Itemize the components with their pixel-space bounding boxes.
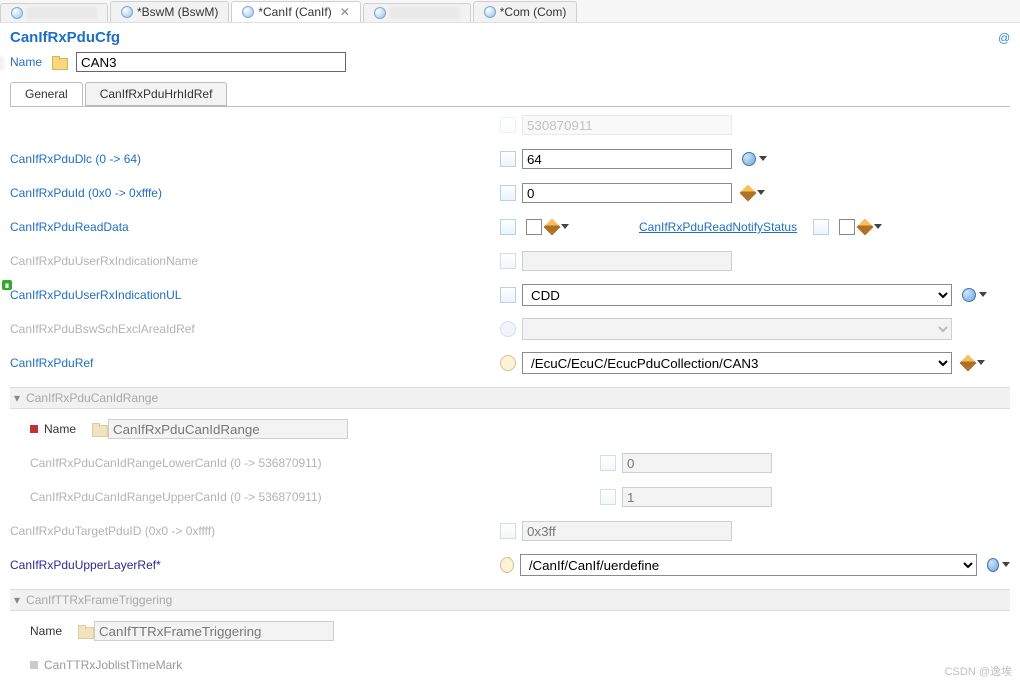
subtab-canifrxpduhrhidref[interactable]: CanIfRxPduHrhIdRef [85, 82, 228, 106]
redact-overlay [0, 56, 4, 70]
override-marker-icon: ∎ [2, 280, 12, 290]
section-title: CanIfRxPduCanIdRange [26, 391, 158, 405]
select-userrxindicationul[interactable]: CDD [522, 284, 952, 306]
field-type-icon [500, 253, 516, 269]
input-ttrx-name [94, 621, 334, 641]
folder-icon [52, 56, 66, 68]
collapse-icon[interactable]: ▾ [14, 391, 20, 405]
label-userrxindicationul[interactable]: CanIfRxPduUserRxIndicationUL [10, 288, 181, 302]
form-panel: CanIfRxPduDlc (0 -> 64) CanIfRxPduId (0x… [0, 107, 1020, 693]
dropdown-arrow-icon[interactable] [1002, 562, 1010, 567]
label-canidrange-lower: CanIfRxPduCanIdRangeLowerCanId (0 -> 536… [30, 456, 322, 470]
ttrx-name-label: Name [30, 624, 76, 638]
field-type-icon [500, 287, 516, 303]
subtab-general[interactable]: General [10, 82, 83, 106]
scope-icon[interactable] [987, 558, 999, 572]
label-canifrxpdureadnotifystatus[interactable]: CanIfRxPduReadNotifyStatus [639, 220, 797, 234]
input-canifrxpdudlc[interactable] [522, 149, 732, 169]
dropdown-arrow-icon[interactable] [977, 360, 985, 365]
label-canidrange-upper: CanIfRxPduCanIdRangeUpperCanId (0 -> 536… [30, 490, 322, 504]
dropdown-arrow-icon[interactable] [757, 190, 765, 195]
field-type-icon [500, 219, 516, 235]
field-type-icon [500, 151, 516, 167]
checkbox-canifrxpdureadnotifystatus[interactable] [839, 219, 855, 235]
edit-icon[interactable] [544, 219, 561, 236]
at-symbol: @ [998, 31, 1010, 45]
select-canifrxpduref[interactable]: /EcuC/EcuC/EcucPduCollection/CAN3 [522, 352, 952, 374]
name-label: Name [10, 55, 42, 69]
label-canifrxpdureaddata[interactable]: CanIfRxPduReadData [10, 220, 129, 234]
module-icon [374, 7, 386, 19]
scope-icon[interactable] [742, 152, 756, 166]
dropdown-arrow-icon[interactable] [979, 292, 987, 297]
tab-generic-1[interactable] [0, 3, 108, 22]
field-type-icon [500, 185, 516, 201]
field-type-icon [600, 455, 616, 471]
edit-icon[interactable] [740, 185, 757, 202]
label-canifrxpduref[interactable]: CanIfRxPduRef [10, 356, 93, 370]
tab-generic-2[interactable] [363, 3, 471, 22]
folder-icon [92, 423, 106, 435]
scope-icon[interactable] [962, 288, 976, 302]
section-ttrxframetriggering[interactable]: ▾ CanIfTTRxFrameTriggering [10, 589, 1010, 611]
tab-label: *BswM (BswM) [137, 5, 218, 19]
dropdown-arrow-icon[interactable] [561, 224, 569, 229]
input-canidrange-lower [622, 453, 772, 473]
error-marker-icon [30, 425, 38, 433]
watermark: CSDN @逸埃 [945, 663, 1012, 679]
input-canidrange-upper [622, 487, 772, 507]
range-name-label: Name [44, 422, 90, 436]
section-title: CanIfTTRxFrameTriggering [26, 593, 172, 607]
input-targetpduid [522, 521, 732, 541]
tab-label: *CanIf (CanIf) [258, 5, 331, 19]
input-userrxindname [522, 251, 732, 271]
dropdown-arrow-icon[interactable] [759, 156, 767, 161]
module-icon [121, 6, 133, 18]
reference-icon [500, 557, 514, 573]
select-upperlayerref[interactable]: /CanIf/CanIf/uerdefine [520, 554, 977, 576]
input-canidrange-name [108, 419, 348, 439]
field-type-icon [813, 219, 829, 235]
module-icon [242, 6, 254, 18]
module-icon [484, 6, 496, 18]
label-canifrxpduid[interactable]: CanIfRxPduId (0x0 -> 0xfffe) [10, 186, 162, 200]
label-upperlayerref[interactable]: CanIfRxPduUpperLayerRef* [10, 558, 161, 572]
reference-icon [500, 355, 516, 371]
module-icon [11, 7, 23, 19]
collapse-icon[interactable]: ▾ [14, 593, 20, 607]
dropdown-arrow-icon[interactable] [874, 224, 882, 229]
label-canifrxpdudlc[interactable]: CanIfRxPduDlc (0 -> 64) [10, 152, 141, 166]
label-userrxindname: CanIfRxPduUserRxIndicationName [10, 254, 198, 268]
field-type-icon [600, 489, 616, 505]
reference-icon [500, 321, 516, 337]
edit-icon[interactable] [857, 219, 874, 236]
section-canidrange[interactable]: ▾ CanIfRxPduCanIdRange [10, 387, 1010, 409]
input-canifrxpduid[interactable] [522, 183, 732, 203]
label-bswschexcl: CanIfRxPduBswSchExclAreaIdRef [10, 322, 195, 336]
field-type-icon [500, 523, 516, 539]
editor-tabstrip: *BswM (BswM) *CanIf (CanIf) ✕ *Com (Com) [0, 0, 1020, 23]
cut-row-value [522, 115, 732, 135]
label-ttrxjoblisttimemark: CanTTRxJoblistTimeMark [44, 658, 182, 672]
select-bswschexcl [522, 318, 952, 340]
close-icon[interactable]: ✕ [340, 5, 350, 19]
tab-bswm[interactable]: *BswM (BswM) [110, 1, 229, 22]
checkbox-canifrxpdureaddata[interactable] [526, 219, 542, 235]
tab-com[interactable]: *Com (Com) [473, 1, 578, 22]
tab-label: *Com (Com) [500, 5, 567, 19]
marker-icon [30, 661, 38, 669]
label-targetpduid: CanIfRxPduTargetPduID (0x0 -> 0xffff) [10, 524, 215, 538]
hidden-label [27, 7, 97, 19]
tab-canif[interactable]: *CanIf (CanIf) ✕ [231, 1, 360, 22]
edit-icon[interactable] [960, 355, 977, 372]
cut-row-label [10, 118, 13, 132]
hidden-label [390, 7, 460, 19]
page-title: CanIfRxPduCfg [10, 29, 120, 46]
folder-icon [78, 625, 92, 637]
name-input[interactable] [76, 52, 346, 72]
field-type-icon [500, 117, 516, 133]
